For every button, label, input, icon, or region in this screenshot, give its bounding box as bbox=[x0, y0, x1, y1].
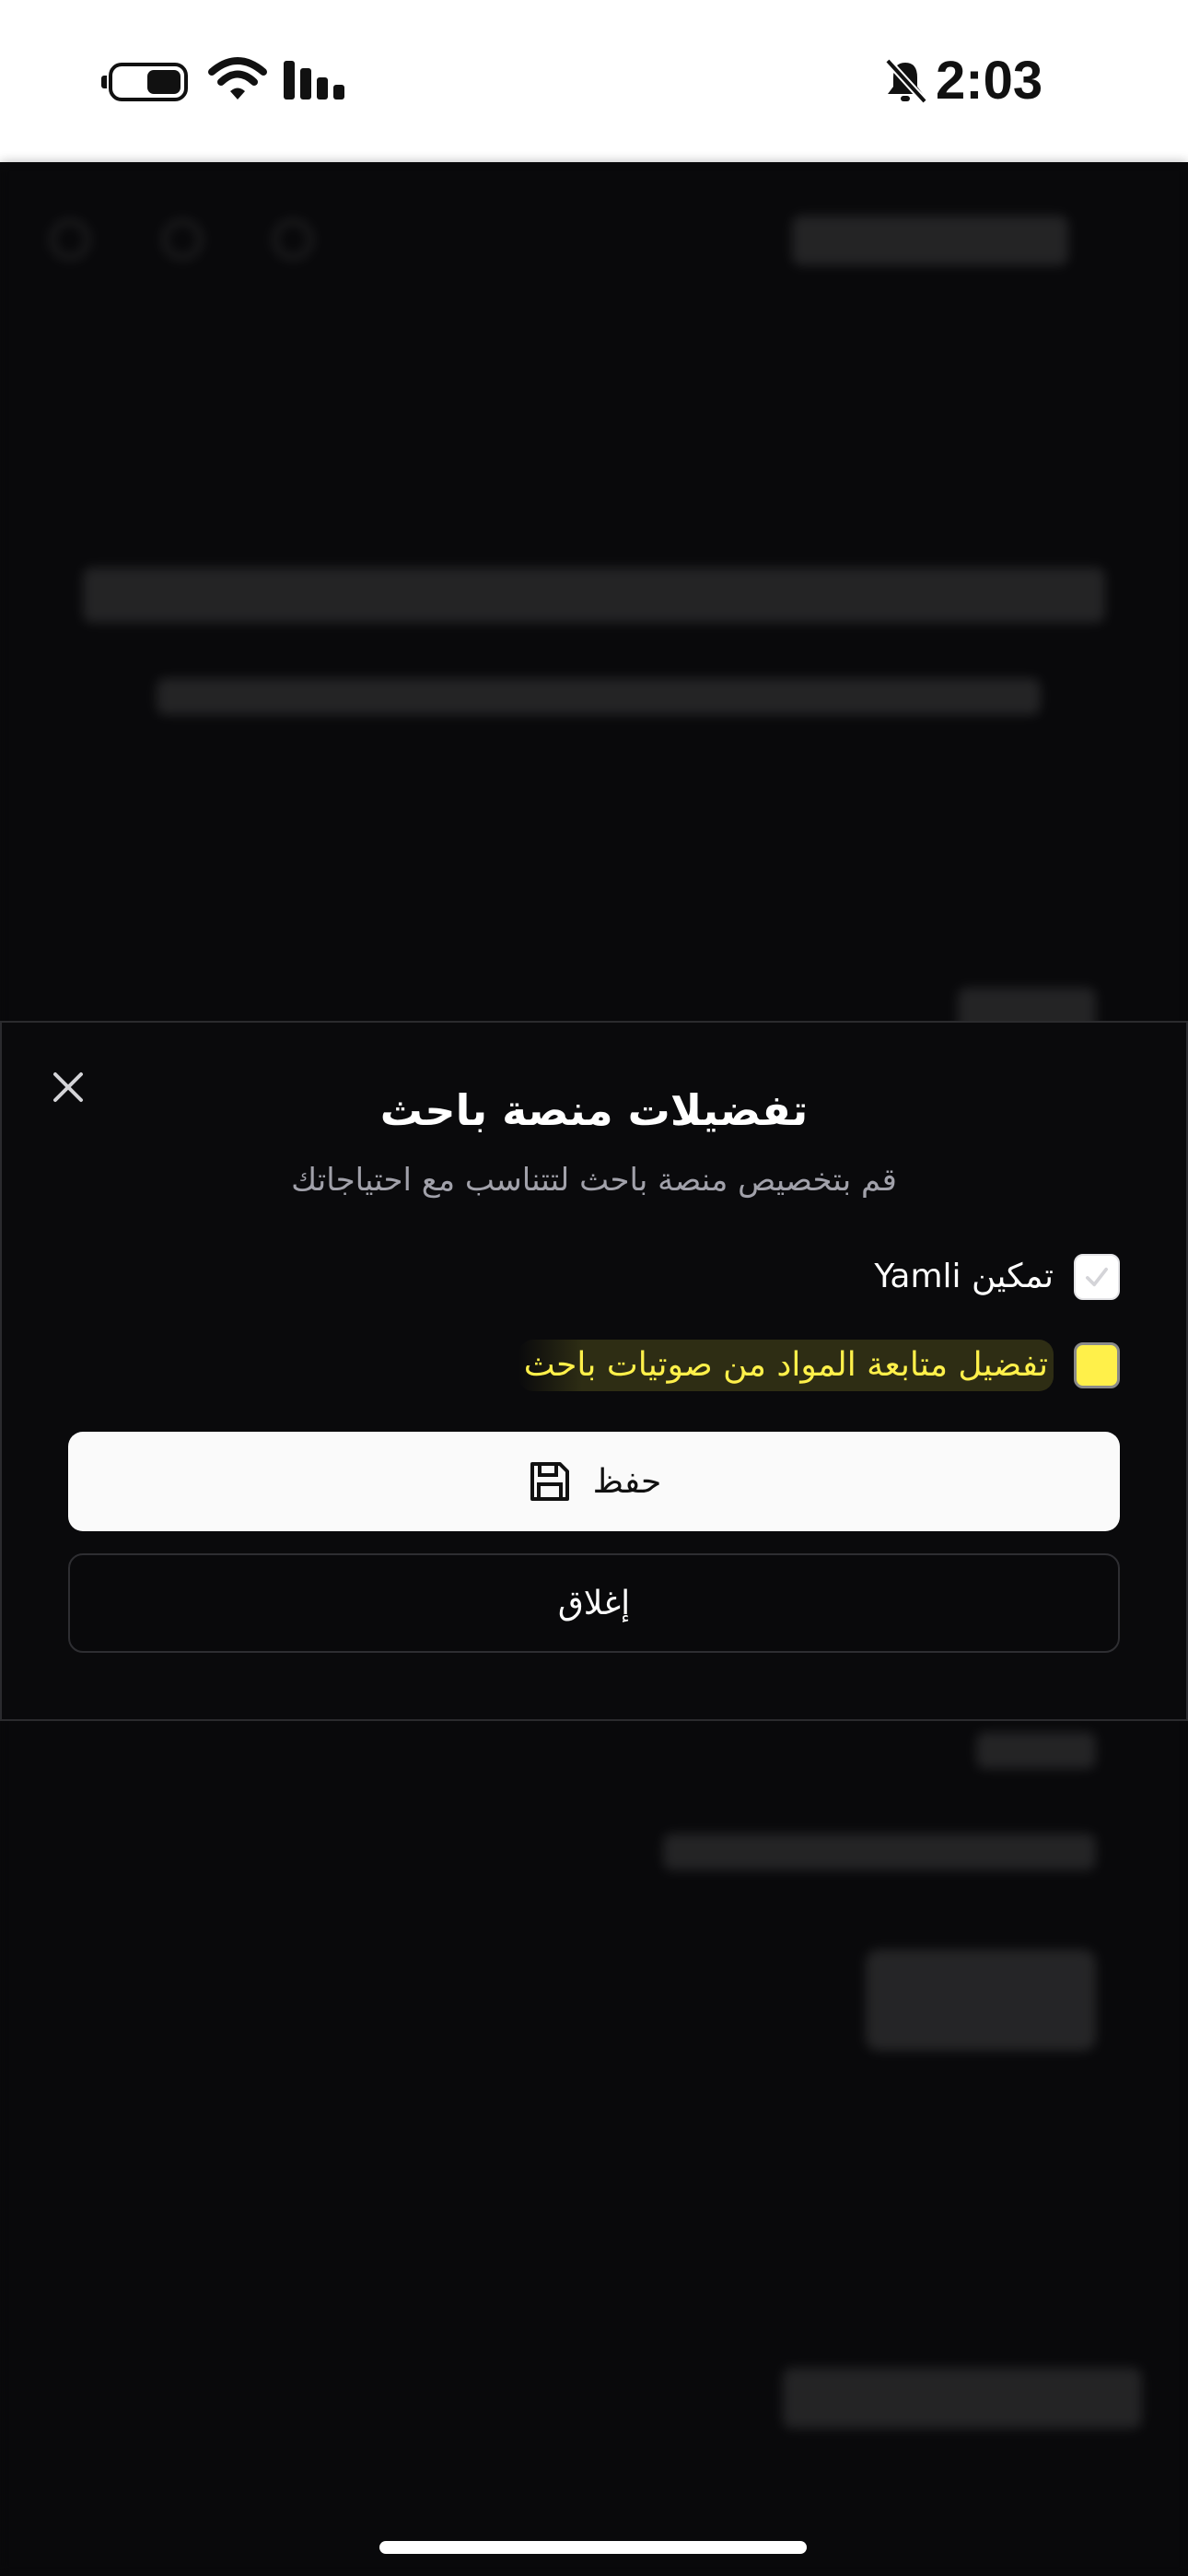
bg-heading bbox=[83, 568, 1105, 623]
save-icon bbox=[530, 1462, 569, 1501]
bg-icon bbox=[162, 219, 203, 260]
close-icon[interactable] bbox=[48, 1067, 88, 1107]
check-icon bbox=[1086, 1267, 1108, 1287]
signal-icon bbox=[284, 61, 344, 100]
bg-button bbox=[866, 1950, 1096, 2051]
battery-icon bbox=[101, 63, 188, 101]
bg-subheading bbox=[157, 678, 1041, 715]
yamli-label: تمكين Yamli bbox=[874, 1258, 1054, 1295]
status-bar: 2:03 bbox=[0, 0, 1188, 162]
bg-icon bbox=[50, 219, 90, 260]
yamli-checkbox[interactable] bbox=[1074, 1254, 1120, 1300]
bell-muted-icon bbox=[885, 58, 927, 104]
bg-icon bbox=[273, 219, 313, 260]
modal-description: قم بتخصيص منصة باحث لتتناسب مع احتياجاتك bbox=[291, 1162, 897, 1199]
bg-field-value bbox=[663, 1833, 1096, 1870]
audio-label: تفضيل متابعة المواد من صوتيات باحث bbox=[518, 1340, 1054, 1391]
bg-field-label bbox=[976, 1732, 1096, 1769]
save-button-label: حفظ bbox=[592, 1462, 662, 1501]
save-button[interactable]: حفظ bbox=[68, 1432, 1120, 1531]
bg-section-title bbox=[783, 2368, 1142, 2429]
home-indicator[interactable] bbox=[379, 2541, 807, 2554]
option-audio[interactable]: تفضيل متابعة المواد من صوتيات باحث bbox=[518, 1340, 1120, 1391]
close-button[interactable]: إغلاق bbox=[68, 1553, 1120, 1653]
wifi-icon bbox=[208, 57, 267, 100]
audio-checkbox[interactable] bbox=[1074, 1342, 1120, 1388]
bg-logo bbox=[792, 216, 1068, 265]
close-button-label: إغلاق bbox=[557, 1584, 631, 1622]
option-yamli[interactable]: تمكين Yamli bbox=[874, 1251, 1120, 1303]
modal-title: تفضيلات منصة باحث bbox=[379, 1085, 809, 1135]
status-time: 2:03 bbox=[936, 51, 1043, 111]
